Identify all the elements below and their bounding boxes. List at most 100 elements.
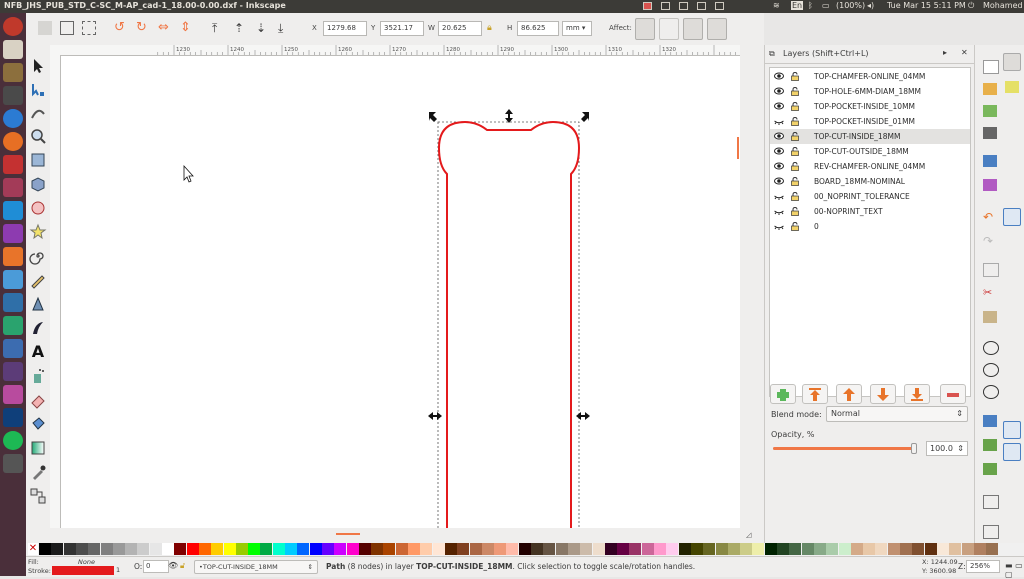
- redo-icon[interactable]: ↷: [983, 235, 997, 247]
- layer-row[interactable]: 0: [770, 219, 970, 234]
- color-swatch[interactable]: [408, 543, 420, 555]
- blend-mode-select[interactable]: Normal ⇕: [826, 406, 968, 422]
- app-icon-6[interactable]: [3, 155, 23, 174]
- connector-tool-icon[interactable]: [29, 487, 47, 505]
- zoom-input[interactable]: 256%: [966, 560, 1000, 573]
- zoom-page-icon[interactable]: [983, 385, 999, 399]
- layer-visible-eye-icon[interactable]: [774, 72, 784, 80]
- color-swatch[interactable]: [555, 543, 568, 555]
- color-swatch[interactable]: [469, 543, 482, 555]
- layer-unlocked-icon[interactable]: [791, 192, 799, 201]
- lower-layer-button[interactable]: [870, 384, 896, 404]
- color-swatch[interactable]: [285, 543, 297, 555]
- color-swatch[interactable]: [604, 543, 617, 555]
- color-swatch[interactable]: [518, 543, 531, 555]
- color-swatch[interactable]: [949, 543, 962, 555]
- color-swatch[interactable]: [272, 543, 285, 555]
- window-grid-icon[interactable]: [697, 2, 706, 10]
- color-swatch[interactable]: [838, 543, 851, 555]
- flip-horizontal-icon[interactable]: ⇔: [158, 21, 172, 35]
- save-document-icon[interactable]: [983, 105, 997, 117]
- color-swatch[interactable]: [678, 543, 691, 555]
- ungroup-icon[interactable]: [983, 525, 999, 539]
- lower-icon[interactable]: ⇣: [256, 21, 270, 35]
- undo-icon[interactable]: ↶: [983, 211, 997, 223]
- calligraphy-tool-icon[interactable]: [29, 319, 47, 337]
- color-swatch[interactable]: [826, 543, 839, 555]
- status-opacity-input[interactable]: 0: [143, 560, 169, 573]
- spotify-app-icon[interactable]: [3, 431, 23, 450]
- open-document-icon[interactable]: [983, 83, 997, 95]
- color-swatch[interactable]: [617, 543, 630, 555]
- bluetooth-icon[interactable]: ᛒ: [808, 1, 813, 10]
- opacity-slider-knob[interactable]: [911, 443, 917, 454]
- battery-percent[interactable]: (100%): [836, 1, 865, 10]
- horizontal-ruler[interactable]: 1230 1240 1250 1260 1270 1280 1290 1300 1310 1320: [50, 45, 740, 56]
- color-swatch[interactable]: [506, 543, 519, 555]
- files-app-icon[interactable]: [3, 63, 23, 82]
- vertical-scroll-thumb[interactable]: [737, 137, 739, 159]
- drawing-canvas[interactable]: [61, 56, 740, 528]
- layer-visible-eye-icon[interactable]: [774, 177, 784, 185]
- snap-bbox-icon[interactable]: [1005, 81, 1019, 93]
- layer-unlocked-icon[interactable]: [791, 147, 799, 156]
- star-tool-icon[interactable]: [29, 223, 47, 241]
- delete-layer-button[interactable]: [940, 384, 966, 404]
- color-swatch[interactable]: [887, 543, 900, 555]
- layer-row[interactable]: TOP-HOLE-6MM-DIAM_18MM: [770, 84, 970, 99]
- unit-select[interactable]: mm ▾: [562, 21, 592, 36]
- export-icon[interactable]: [983, 179, 997, 191]
- spiral-tool-icon[interactable]: [29, 247, 47, 265]
- color-swatch[interactable]: [149, 543, 162, 555]
- color-swatch[interactable]: [936, 543, 949, 555]
- lock-ratio-icon[interactable]: 🔒︎: [487, 23, 492, 33]
- color-swatch[interactable]: [444, 543, 457, 555]
- horizontal-scroll-thumb[interactable]: [336, 533, 360, 535]
- raise-to-top-icon[interactable]: ⤒: [212, 21, 226, 35]
- print-icon[interactable]: [983, 127, 997, 139]
- tweak-tool-icon[interactable]: [29, 104, 47, 122]
- color-swatch[interactable]: [961, 543, 974, 555]
- status-tray-icons[interactable]: ▬ ▭ ▢: [1005, 561, 1024, 579]
- color-swatch[interactable]: [740, 543, 753, 555]
- volume-icon[interactable]: ◂): [867, 1, 874, 10]
- color-swatch[interactable]: [543, 543, 556, 555]
- color-swatch[interactable]: [260, 543, 273, 555]
- app-icon-16[interactable]: [3, 385, 23, 404]
- zoom-tool-icon[interactable]: [29, 127, 47, 145]
- layer-row[interactable]: TOP-POCKET-INSIDE_10MM: [770, 99, 970, 114]
- pencil-tool-icon[interactable]: [29, 271, 47, 289]
- rectangle-tool-icon[interactable]: [29, 151, 47, 169]
- color-swatch[interactable]: [715, 543, 728, 555]
- color-swatch[interactable]: [75, 543, 88, 555]
- app-icon-12[interactable]: [3, 293, 23, 312]
- import-icon[interactable]: [983, 155, 997, 167]
- layer-row[interactable]: TOP-POCKET-INSIDE_01MM: [770, 114, 970, 129]
- rotate-cw-icon[interactable]: ↻: [136, 21, 150, 35]
- color-swatch[interactable]: [223, 543, 236, 555]
- duplicate-icon[interactable]: [983, 415, 997, 427]
- panel-menu-icon[interactable]: ▸: [943, 48, 947, 57]
- color-swatch[interactable]: [297, 543, 310, 555]
- stroke-color-swatch[interactable]: [52, 566, 114, 575]
- color-swatch[interactable]: [383, 543, 396, 555]
- select-all-layers-icon[interactable]: [60, 21, 74, 35]
- color-swatch[interactable]: [88, 543, 101, 555]
- layer-visible-eye-icon[interactable]: [774, 87, 784, 95]
- color-swatch[interactable]: [137, 543, 150, 555]
- color-swatch[interactable]: [198, 543, 211, 555]
- color-swatch[interactable]: [567, 543, 580, 555]
- layer-row[interactable]: REV-CHAMFER-ONLINE_04MM: [770, 159, 970, 174]
- color-swatch[interactable]: [100, 543, 113, 555]
- color-swatch[interactable]: [63, 543, 76, 555]
- dash-home-icon[interactable]: [3, 17, 23, 36]
- affect-gradient-toggle[interactable]: [683, 18, 703, 40]
- color-swatch[interactable]: [752, 543, 765, 555]
- layer-to-top-button[interactable]: [802, 384, 828, 404]
- opacity-slider-track[interactable]: [773, 443, 917, 454]
- layer-row[interactable]: BOARD_18MM-NOMINAL: [770, 174, 970, 189]
- gradient-tool-icon[interactable]: [29, 439, 47, 457]
- layer-row[interactable]: TOP-CUT-INSIDE_18MM: [770, 129, 970, 144]
- layer-row[interactable]: TOP-CHAMFER-ONLINE_04MM: [770, 69, 970, 84]
- new-document-icon[interactable]: [983, 60, 999, 74]
